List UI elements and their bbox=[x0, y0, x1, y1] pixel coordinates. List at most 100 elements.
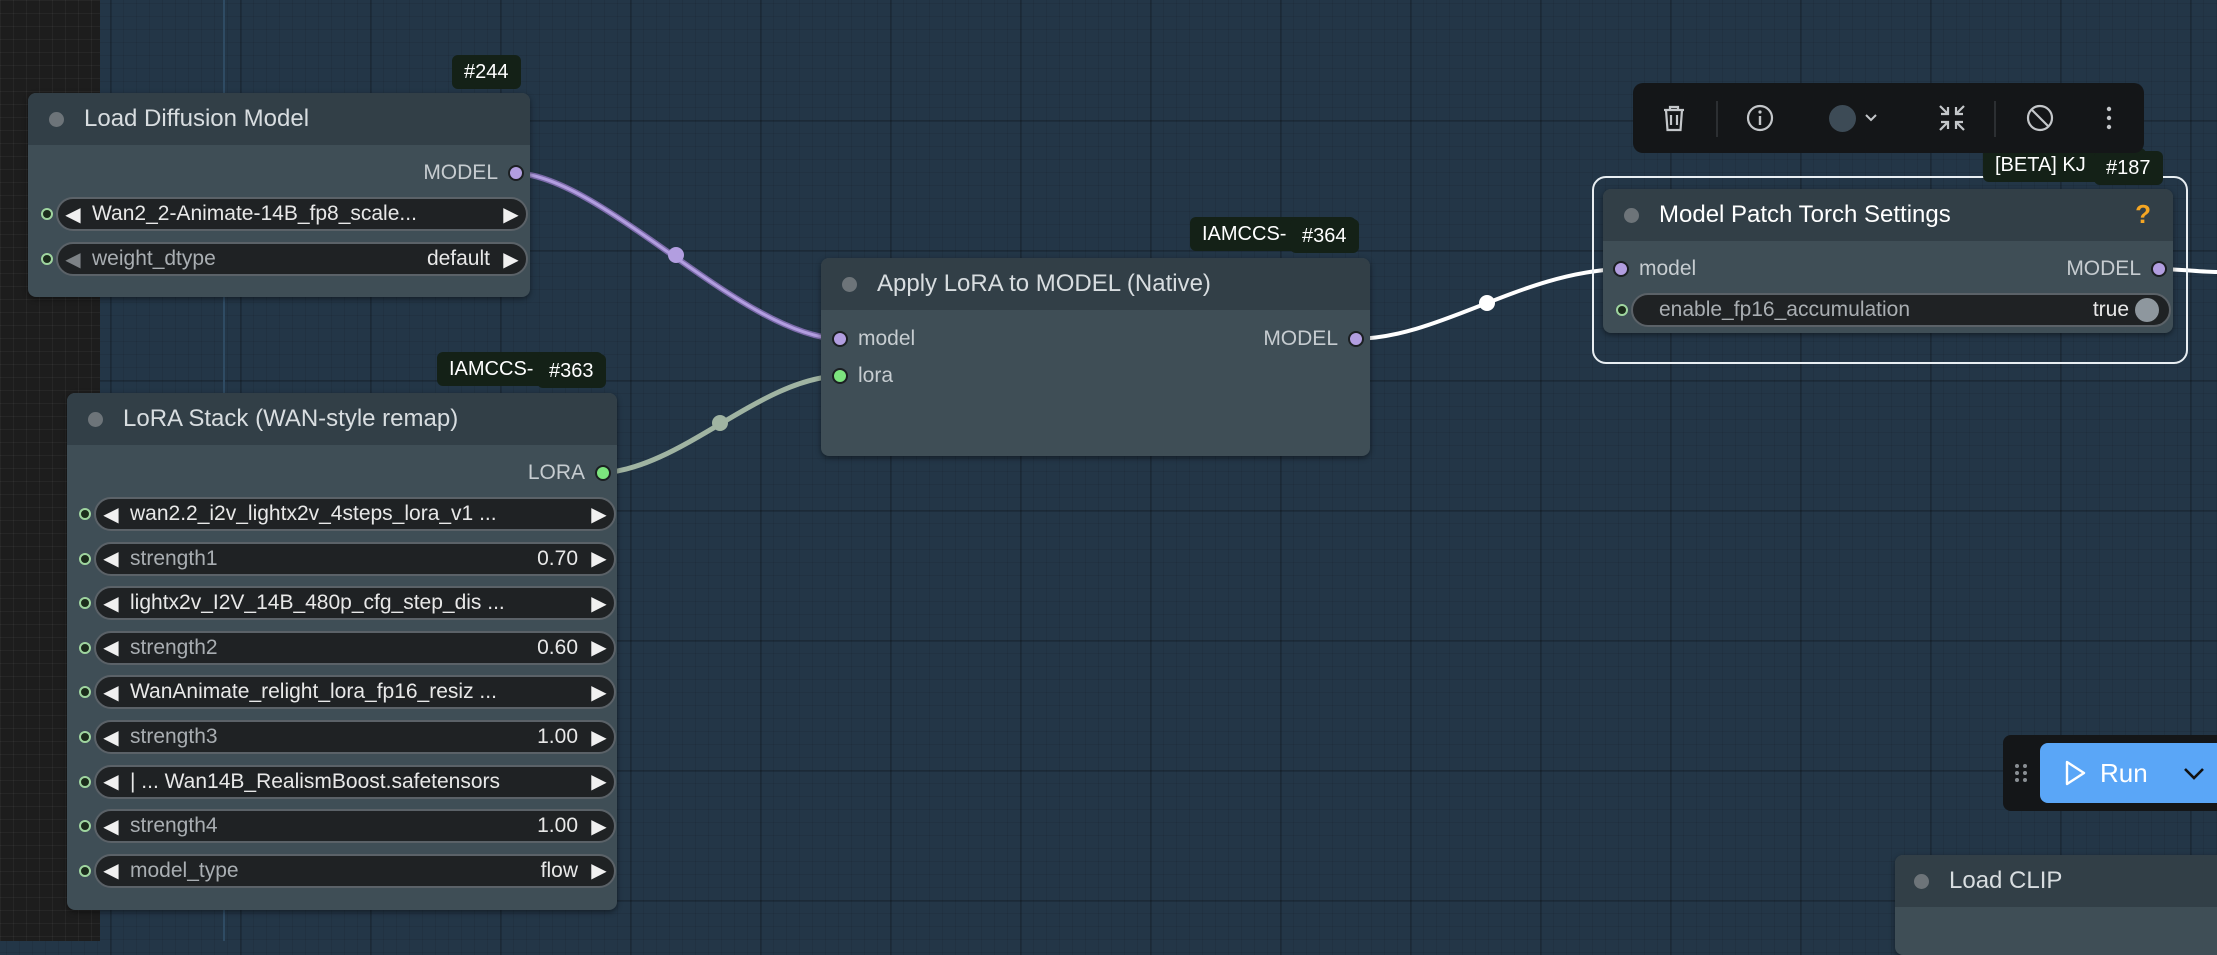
arrow-right-icon[interactable]: ▶ bbox=[584, 858, 614, 883]
output-label: MODEL bbox=[1263, 327, 1338, 350]
widget-input-dot-icon[interactable] bbox=[79, 552, 91, 565]
widget-input-dot-icon[interactable] bbox=[79, 731, 91, 743]
collapse-dot-icon[interactable] bbox=[49, 111, 64, 127]
info-icon[interactable] bbox=[1742, 100, 1778, 136]
lora-stack-widget[interactable]: ◀ strength2 0.60 ▶ bbox=[94, 630, 616, 665]
widget-value: flow bbox=[540, 858, 578, 882]
drag-handle-icon[interactable] bbox=[2013, 762, 2029, 784]
arrow-left-icon[interactable]: ◀ bbox=[96, 591, 126, 616]
help-icon[interactable]: ? bbox=[2135, 199, 2151, 230]
arrow-right-icon[interactable]: ▶ bbox=[584, 814, 614, 839]
input-dot-icon[interactable] bbox=[832, 368, 848, 384]
toggle-knob-icon[interactable] bbox=[2135, 298, 2159, 322]
output-slot-model[interactable]: MODEL bbox=[2066, 254, 2167, 284]
widget-value: 1.00 bbox=[537, 725, 578, 748]
node-header[interactable]: Apply LoRA to MODEL (Native) bbox=[821, 258, 1370, 310]
widget-value: default bbox=[426, 247, 490, 270]
arrow-left-icon[interactable]: ◀ bbox=[96, 635, 126, 660]
arrow-right-icon[interactable]: ▶ bbox=[584, 546, 614, 571]
lora-stack-widget[interactable]: ◀ lightx2v_I2V_14B_480p_cfg_step_dis ... ▶ bbox=[94, 586, 616, 621]
enable-fp16-accumulation-toggle[interactable]: enable_fp16_accumulation true bbox=[1631, 293, 2171, 327]
widget-input-dot-icon[interactable] bbox=[79, 820, 91, 833]
input-label: model bbox=[858, 327, 916, 350]
load-clip-node[interactable]: Load CLIP bbox=[1895, 855, 2217, 955]
node-id-badge: #363 bbox=[537, 354, 606, 388]
node-header[interactable]: Model Patch Torch Settings ? bbox=[1603, 189, 2173, 241]
collapse-icon[interactable] bbox=[1934, 100, 1970, 136]
arrow-right-icon[interactable]: ▶ bbox=[496, 202, 526, 227]
input-slot-model[interactable]: model bbox=[1613, 254, 1696, 284]
toolbar-divider bbox=[1994, 101, 1996, 137]
link-midpoint-apply bbox=[1479, 295, 1495, 311]
widget-input-dot-icon[interactable] bbox=[79, 775, 91, 788]
bypass-icon[interactable] bbox=[2022, 100, 2058, 136]
widget-label: wan2.2_i2v_lightx2v_4steps_lora_v1 ... bbox=[130, 502, 497, 525]
widget-input-dot-icon[interactable] bbox=[79, 508, 91, 520]
node-title: Model Patch Torch Settings bbox=[1659, 201, 1951, 228]
arrow-left-icon[interactable]: ◀ bbox=[96, 680, 126, 705]
lora-stack-widget[interactable]: ◀ model_type flow ▶ bbox=[94, 853, 616, 888]
widget-input-dot-icon[interactable] bbox=[79, 864, 91, 877]
arrow-left-icon[interactable]: ◀ bbox=[96, 814, 126, 839]
weight-dtype-combo[interactable]: ◀ weight_dtype default ▶ bbox=[56, 242, 528, 276]
output-dot-icon[interactable] bbox=[508, 165, 524, 181]
arrow-right-icon[interactable]: ▶ bbox=[584, 591, 614, 616]
arrow-left-icon[interactable]: ◀ bbox=[58, 202, 88, 227]
arrow-right-icon[interactable]: ▶ bbox=[584, 680, 614, 705]
lora-stack-widget[interactable]: ◀ wan2.2_i2v_lightx2v_4steps_lora_v1 ... ▶ bbox=[94, 497, 616, 531]
model-patch-torch-settings-node[interactable]: Model Patch Torch Settings ? model MODEL… bbox=[1603, 189, 2173, 333]
arrow-right-icon[interactable]: ▶ bbox=[496, 247, 526, 272]
output-slot-model[interactable]: MODEL bbox=[1263, 324, 1364, 354]
collapse-dot-icon[interactable] bbox=[88, 411, 103, 427]
widget-input-dot-icon[interactable] bbox=[79, 597, 91, 610]
unet-name-combo[interactable]: ◀ Wan2_2-Animate-14B_fp8_scale... ▶ bbox=[56, 197, 528, 231]
arrow-right-icon[interactable]: ▶ bbox=[584, 502, 614, 527]
lora-stack-widget[interactable]: ◀ strength1 0.70 ▶ bbox=[94, 541, 616, 576]
arrow-left-icon[interactable]: ◀ bbox=[96, 546, 126, 571]
arrow-right-icon[interactable]: ▶ bbox=[584, 635, 614, 660]
arrow-left-icon[interactable]: ◀ bbox=[96, 769, 126, 794]
collapse-dot-icon[interactable] bbox=[1624, 207, 1639, 223]
apply-lora-node[interactable]: Apply LoRA to MODEL (Native) model lora … bbox=[821, 258, 1370, 456]
lora-stack-widget[interactable]: ◀ strength3 1.00 ▶ bbox=[94, 720, 616, 754]
chevron-down-icon[interactable] bbox=[2182, 765, 2206, 781]
arrow-left-icon[interactable]: ◀ bbox=[96, 858, 126, 883]
input-slot-model[interactable]: model bbox=[832, 324, 915, 354]
widget-input-dot-icon[interactable] bbox=[1616, 304, 1628, 316]
widget-label: lightx2v_I2V_14B_480p_cfg_step_dis ... bbox=[130, 591, 505, 615]
output-slot-model[interactable]: MODEL bbox=[423, 158, 524, 188]
arrow-left-icon[interactable]: ◀ bbox=[96, 502, 126, 527]
lora-stack-widget[interactable]: ◀ WanAnimate_relight_lora_fp16_resiz ... ▶ bbox=[94, 675, 616, 710]
load-diffusion-model-node[interactable]: Load Diffusion Model MODEL ◀ Wan2_2-Anim… bbox=[28, 93, 530, 297]
color-picker-icon[interactable] bbox=[1823, 100, 1883, 136]
arrow-left-icon[interactable]: ◀ bbox=[58, 247, 88, 272]
output-dot-icon[interactable] bbox=[1348, 331, 1364, 347]
input-slot-lora[interactable]: lora bbox=[832, 361, 893, 391]
arrow-left-icon[interactable]: ◀ bbox=[96, 725, 126, 750]
run-button[interactable]: Run bbox=[2040, 743, 2217, 803]
lora-stack-node[interactable]: LoRA Stack (WAN-style remap) LORA ◀ wan2.… bbox=[67, 393, 617, 910]
collapse-dot-icon[interactable] bbox=[842, 276, 857, 292]
widget-value: 1.00 bbox=[537, 814, 578, 838]
node-header[interactable]: Load Diffusion Model bbox=[28, 93, 530, 145]
input-dot-icon[interactable] bbox=[1613, 261, 1629, 277]
arrow-right-icon[interactable]: ▶ bbox=[584, 725, 614, 750]
lora-stack-widget[interactable]: ◀ strength4 1.00 ▶ bbox=[94, 809, 616, 844]
trash-icon[interactable] bbox=[1656, 100, 1692, 136]
run-label: Run bbox=[2100, 757, 2148, 788]
input-dot-icon[interactable] bbox=[832, 331, 848, 347]
more-icon[interactable] bbox=[2091, 100, 2127, 136]
arrow-right-icon[interactable]: ▶ bbox=[584, 769, 614, 794]
collapse-dot-icon[interactable] bbox=[1914, 873, 1929, 889]
node-header[interactable]: Load CLIP bbox=[1895, 855, 2217, 907]
link-midpoint-lora bbox=[712, 415, 728, 431]
output-slot-lora[interactable]: LORA bbox=[528, 458, 611, 488]
output-dot-icon[interactable] bbox=[595, 465, 611, 481]
widget-input-dot-icon[interactable] bbox=[79, 686, 91, 699]
widget-input-dot-icon[interactable] bbox=[41, 253, 53, 265]
widget-input-dot-icon[interactable] bbox=[41, 208, 53, 220]
widget-input-dot-icon[interactable] bbox=[79, 641, 91, 654]
lora-stack-widget[interactable]: ◀ | ... Wan14B_RealismBoost.safetensors ▶ bbox=[94, 764, 616, 799]
output-dot-icon[interactable] bbox=[2151, 261, 2167, 277]
node-header[interactable]: LoRA Stack (WAN-style remap) bbox=[67, 393, 617, 445]
